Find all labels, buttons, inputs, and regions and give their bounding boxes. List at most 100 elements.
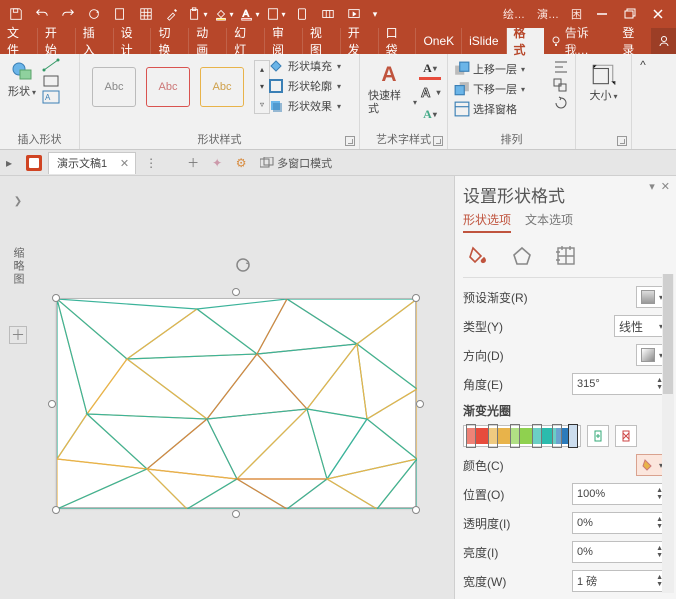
multiwindow-button[interactable]: 多窗口模式 [256,155,336,171]
fill-color-icon[interactable]: ▾ [212,2,236,26]
expand-panel-icon[interactable]: ▸ [6,156,20,170]
pane-options-icon[interactable]: ▾ [649,180,655,193]
new-doc-icon[interactable] [108,2,132,26]
shapes-button[interactable]: 形状▾ [6,58,38,101]
line-shape-icon[interactable] [42,58,60,72]
shape-styles-dialog-launcher[interactable] [345,136,355,146]
triangulated-shape[interactable] [57,299,417,509]
close-button[interactable] [644,2,672,26]
table-icon[interactable] [134,2,158,26]
collapse-ribbon-button[interactable]: ^ [632,54,654,149]
refresh-icon[interactable] [82,2,106,26]
transparency-input[interactable]: 0%▲▼ [572,512,668,534]
width-input[interactable]: 1 磅▲▼ [572,570,668,592]
gradient-stops-bar[interactable] [463,425,581,447]
text-outline-icon[interactable]: A▾ [419,82,441,102]
pane-tab-text[interactable]: 文本选项 [525,211,573,233]
pane-tab-shape[interactable]: 形状选项 [463,211,511,233]
textbox-shape-icon[interactable]: A [42,90,60,104]
tell-me[interactable]: 告诉我… [544,28,616,54]
tab-review[interactable]: 审阅 [265,28,303,54]
paste-icon[interactable]: ▾ [186,2,210,26]
remove-stop-button[interactable] [615,425,637,447]
share-button[interactable] [651,28,676,54]
send-backward-button[interactable]: 下移一层▾ [454,80,569,98]
bring-forward-button[interactable]: 上移一层▾ [454,60,569,78]
add-slide-button[interactable]: ＋ [9,326,27,344]
shape-effects-button[interactable]: 形状效果▾ [268,98,341,114]
svg-text:A: A [381,63,396,86]
style-swatch-1[interactable]: Abc [92,67,136,107]
tab-pocket[interactable]: 口袋 [379,28,417,54]
transparency-label: 透明度(I) [463,515,510,532]
size-dialog-launcher[interactable] [617,136,627,146]
position-input[interactable]: 100%▲▼ [572,483,668,505]
multiwindow-label: 多窗口模式 [277,155,332,171]
angle-input[interactable]: 315°▲▼ [572,373,668,395]
quick-styles-button[interactable]: A 快速样式▾ [366,58,419,124]
tab-design[interactable]: 设计 [114,28,152,54]
style-swatch-2[interactable]: Abc [146,67,190,107]
text-fill-icon[interactable]: A▾ [419,60,441,80]
tab-islide[interactable]: iSlide [462,28,506,54]
minimize-button[interactable] [588,2,616,26]
gutter-chevron-icon[interactable]: ❯ [14,196,22,207]
tab-slideshow[interactable]: 幻灯 [227,28,265,54]
pane-close-icon[interactable]: ✕ [661,180,670,193]
tab-onekey[interactable]: OneK [416,28,462,54]
pane-scrollbar[interactable] [662,274,674,593]
star-icon[interactable]: ✦ [208,154,226,172]
shape-fill-label: 形状填充 [288,58,332,74]
tab-more-icon[interactable]: ⋮ [142,154,160,172]
rotate-handle[interactable] [234,256,252,274]
undo-icon[interactable] [30,2,54,26]
effects-tab-icon[interactable] [509,243,535,269]
addins-icon[interactable] [316,2,340,26]
tab-format[interactable]: 格式 [507,28,545,54]
shape-outline-button[interactable]: 形状轮廓▾ [268,78,341,94]
size-props-tab-icon[interactable] [553,243,579,269]
text-effects-icon[interactable]: A▾ [419,104,441,124]
slide-canvas[interactable] [36,176,454,599]
login-link[interactable]: 登录 [616,28,651,54]
size-button[interactable]: 大小▾ [587,60,619,105]
tab-developer[interactable]: 开发 [341,28,379,54]
close-tab-icon[interactable]: ✕ [120,157,129,170]
eyedropper-icon[interactable] [160,2,184,26]
slide[interactable] [56,298,416,508]
selection-pane-button[interactable]: 选择窗格 [454,100,569,118]
font-color-icon[interactable]: A▾ [238,2,262,26]
pane-title: 设置形状格式 [463,182,668,207]
redo-icon[interactable] [56,2,80,26]
gear-icon[interactable]: ⚙ [232,154,250,172]
touch-mode-icon[interactable] [290,2,314,26]
tab-view[interactable]: 视图 [303,28,341,54]
thumbnail-gutter: ❯ 缩略图 ＋ [0,176,36,599]
tab-file[interactable]: 文件 [0,28,38,54]
tab-transition[interactable]: 切换 [151,28,189,54]
rotate-icon[interactable] [553,96,569,110]
restore-button[interactable] [616,2,644,26]
tab-insert[interactable]: 插入 [76,28,114,54]
tab-home[interactable]: 开始 [38,28,76,54]
qat-more-icon[interactable]: ▾ [368,2,382,26]
slideshow-icon[interactable] [342,2,366,26]
brightness-input[interactable]: 0%▲▼ [572,541,668,563]
align-icon[interactable] [553,60,569,74]
wordart-dialog-launcher[interactable] [433,136,443,146]
group-size: 大小▾ [576,54,632,149]
tab-animation[interactable]: 动画 [189,28,227,54]
style-swatch-3[interactable]: Abc [200,67,244,107]
fill-line-tab-icon[interactable] [465,243,491,269]
drawing-tools-label: 绘… [497,6,531,22]
document-tab[interactable]: 演示文稿1 ✕ [48,152,136,174]
type-dropdown[interactable]: 线性▾ [614,315,668,337]
save-icon[interactable] [4,2,28,26]
rect-shape-icon[interactable] [42,74,60,88]
clipboard-icon[interactable]: ▾ [264,2,288,26]
add-stop-button[interactable] [587,425,609,447]
group-icon[interactable] [553,78,569,92]
shape-fill-button[interactable]: 形状填充▾ [268,58,341,74]
new-tab-icon[interactable]: ＋ [184,154,202,172]
insert-shapes-group-label: 插入形状 [0,131,79,147]
